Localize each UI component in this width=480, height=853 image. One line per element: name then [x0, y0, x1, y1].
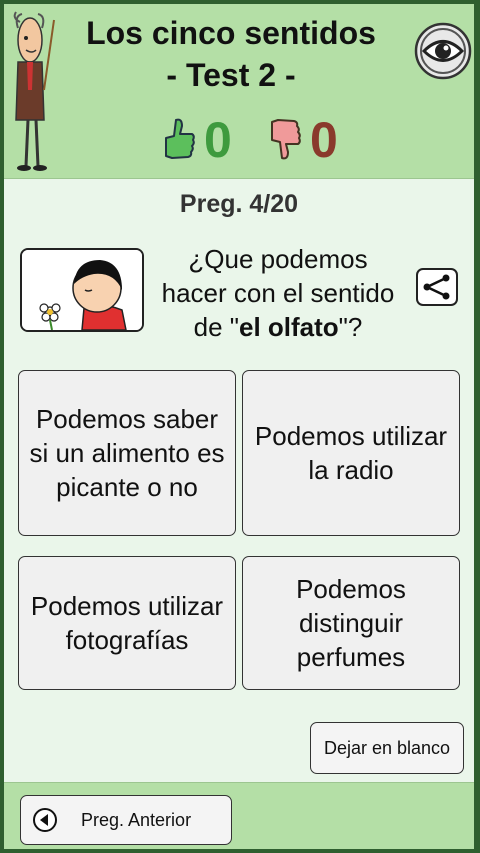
answer-option-1-label: Podemos saber si un alimento es picante …	[29, 404, 225, 502]
boy-smelling-flower-icon	[22, 250, 142, 330]
answer-option-4[interactable]: Podemos distinguir perfumes	[242, 556, 460, 690]
question-line-1: ¿Que podemos	[188, 244, 368, 274]
correct-count: 0	[204, 112, 232, 168]
question-line-3: de "el olfato"?	[140, 310, 416, 344]
answer-option-2-label: Podemos utilizar la radio	[254, 421, 448, 485]
answer-option-4-label: Podemos distinguir perfumes	[296, 574, 406, 672]
answer-option-3-label: Podemos utilizar fotografías	[30, 591, 224, 655]
back-arrow-icon	[33, 808, 57, 832]
previous-question-label: Preg. Anterior	[81, 810, 192, 830]
eye-icon[interactable]	[414, 22, 472, 80]
skip-question-label: Dejar en blanco	[323, 737, 451, 758]
skip-question-button[interactable]: Dejar en blanco	[310, 722, 464, 774]
thumbs-up-icon	[165, 118, 195, 159]
answer-option-3[interactable]: Podemos utilizar fotografías	[18, 556, 236, 690]
question-suffix: "?	[338, 312, 363, 342]
share-icon	[423, 274, 450, 300]
answer-option-2[interactable]: Podemos utilizar la radio	[242, 370, 460, 536]
question-line-2: hacer con el sentido	[161, 278, 395, 308]
app-frame: Los cinco sentidos - Test 2 - 0 0 Preg. …	[4, 4, 474, 849]
question-keyword: el olfato	[239, 312, 339, 342]
question-text: ¿Que podemos hacer con el sentido de "el…	[140, 242, 416, 344]
previous-question-button[interactable]: Preg. Anterior	[20, 795, 232, 845]
wrong-count: 0	[310, 112, 338, 168]
footer-bar: Preg. Anterior	[4, 782, 474, 849]
question-image	[20, 248, 144, 332]
app-title: Los cinco sentidos	[86, 15, 376, 51]
question-prefix: de "	[193, 312, 239, 342]
share-button[interactable]	[416, 268, 458, 306]
header-bar: Los cinco sentidos - Test 2 - 0 0	[4, 4, 474, 179]
test-subtitle: - Test 2 -	[166, 57, 296, 93]
thumbs-down-icon	[271, 119, 301, 160]
question-counter: Preg. 4/20	[179, 190, 299, 218]
answer-option-1[interactable]: Podemos saber si un alimento es picante …	[18, 370, 236, 536]
